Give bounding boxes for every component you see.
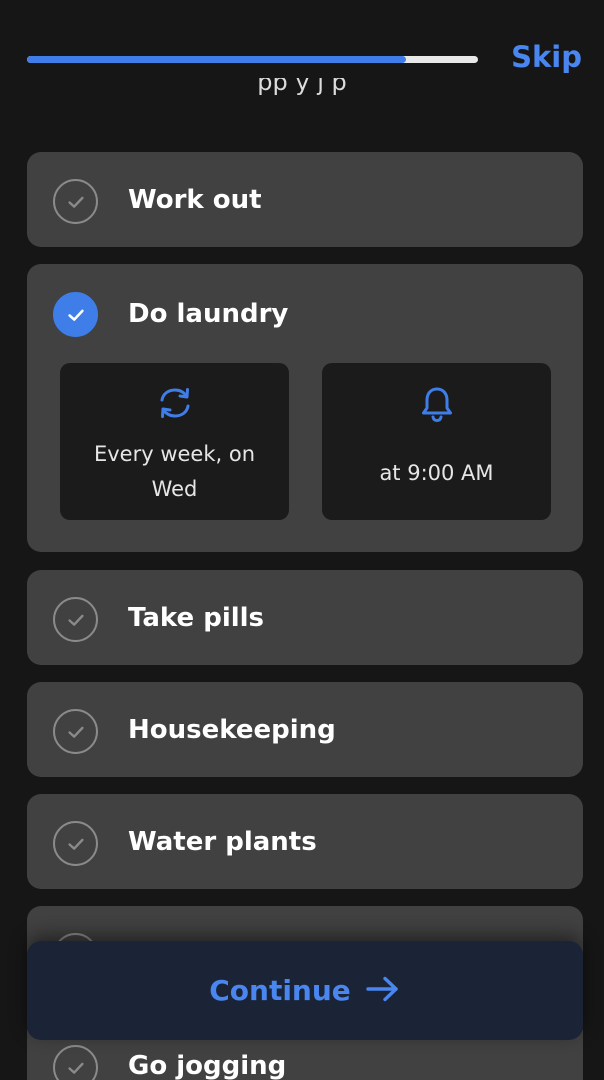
task-row[interactable]: Work out	[27, 152, 583, 248]
check-icon[interactable]	[53, 821, 98, 866]
arrow-right-icon	[365, 975, 401, 1007]
subtitle-partial-text: pp y j p	[257, 78, 347, 96]
check-icon[interactable]	[53, 292, 98, 337]
task-row[interactable]: Housekeeping	[27, 682, 583, 778]
task-card-housekeeping[interactable]: Housekeeping	[27, 682, 583, 777]
task-row[interactable]: Water plants	[27, 794, 583, 890]
repeat-setting-button[interactable]: Every week, on Wed	[60, 363, 289, 520]
subtitle-partial: pp y j p	[0, 78, 604, 100]
bell-icon	[322, 385, 551, 423]
check-icon[interactable]	[53, 709, 98, 754]
top-bar: Skip pp y j p	[0, 0, 604, 100]
check-icon[interactable]	[53, 1045, 98, 1080]
reminder-text: at 9:00 AM	[379, 461, 494, 485]
task-label: Water plants	[128, 827, 317, 857]
skip-button[interactable]: Skip	[511, 40, 582, 74]
task-label: Do laundry	[128, 299, 289, 329]
continue-label: Continue	[209, 974, 351, 1007]
check-icon[interactable]	[53, 597, 98, 642]
reminder-setting-button[interactable]: at 9:00 AM	[322, 363, 551, 520]
check-icon[interactable]	[53, 179, 98, 224]
task-card-water-plants[interactable]: Water plants	[27, 794, 583, 889]
task-card-do-laundry[interactable]: Do laundry Every week, on Wed at 9:00 AM	[27, 264, 583, 552]
task-card-take-pills[interactable]: Take pills	[27, 570, 583, 665]
repeat-icon	[60, 385, 289, 421]
progress-fill	[27, 56, 406, 63]
task-label: Housekeeping	[128, 715, 336, 745]
progress-bar	[27, 56, 478, 63]
task-label: Take pills	[128, 603, 265, 633]
task-row[interactable]: Take pills	[27, 570, 583, 666]
task-label: Work out	[128, 185, 262, 215]
continue-button[interactable]: Continue	[27, 941, 583, 1040]
repeat-text-line2: Wed	[151, 477, 198, 501]
task-row[interactable]: Do laundry	[27, 264, 583, 364]
repeat-text-line1: Every week, on	[93, 442, 256, 466]
habit-setup-screen: Skip pp y j p Work out Do laundry Every …	[0, 0, 604, 1080]
task-card-work-out[interactable]: Work out	[27, 152, 583, 247]
